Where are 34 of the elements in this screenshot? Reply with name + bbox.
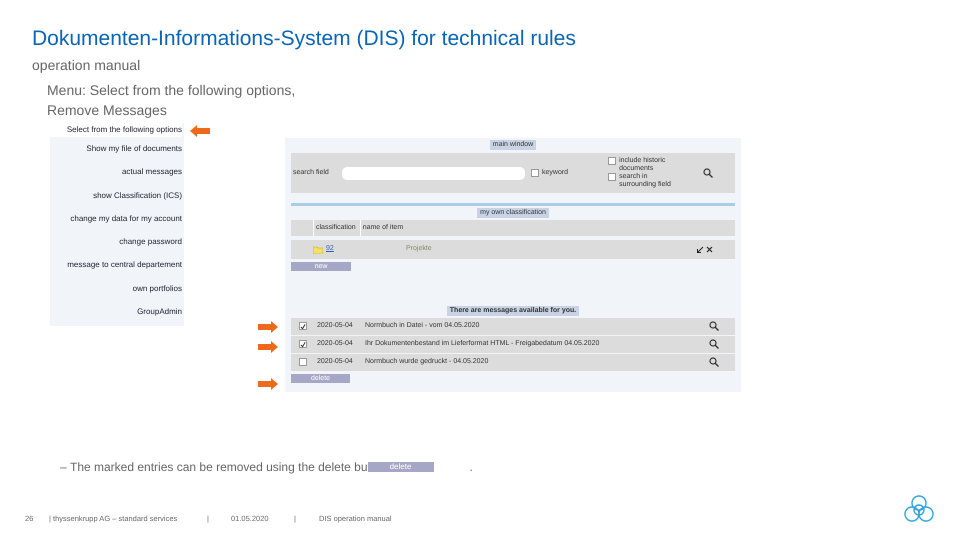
menu-item[interactable]: show Classification (ICS) — [93, 184, 182, 207]
menu-item[interactable]: change password — [119, 230, 182, 254]
menu-item[interactable]: actual messages — [122, 160, 182, 184]
menu-item[interactable]: change my data for my account — [70, 206, 182, 230]
checkbox[interactable] — [299, 322, 307, 330]
slide-subtitle: operation manual — [32, 56, 142, 76]
checkbox[interactable] — [299, 340, 307, 348]
checkbox[interactable] — [531, 169, 539, 177]
logo-icon — [903, 494, 935, 524]
intro-text: Remove Messages — [47, 101, 168, 120]
search-icon[interactable] — [709, 339, 719, 349]
folder-icon — [313, 246, 323, 254]
arrow-icon — [258, 378, 278, 390]
arrow-icon — [190, 125, 210, 137]
arrow-icon — [258, 321, 278, 333]
menu-heading: Select from the following options — [50, 123, 182, 137]
intro-text: Menu: Select from the following options, — [47, 81, 296, 100]
menu-item[interactable]: message to central departement — [67, 253, 182, 277]
checkbox[interactable] — [299, 358, 307, 366]
search-icon[interactable] — [703, 168, 714, 178]
menu-item[interactable]: Show my file of documents — [86, 137, 182, 160]
search-field[interactable] — [342, 166, 525, 180]
close-icon[interactable] — [706, 246, 713, 253]
menu-item[interactable]: GroupAdmin — [137, 300, 182, 324]
arrow-icon — [258, 341, 278, 353]
slide-title: Dokumenten-Informations-System (DIS) for technical rules — [32, 26, 576, 52]
menu-item[interactable]: own portfolios — [132, 276, 182, 300]
bullet-end: . — [470, 459, 473, 476]
checkbox[interactable] — [608, 157, 616, 165]
search-icon[interactable] — [709, 321, 719, 331]
checkbox[interactable] — [608, 173, 616, 181]
search-icon[interactable] — [709, 357, 719, 367]
bullet-marker: – — [60, 459, 68, 476]
bullet-text: The marked entries can be removed using the delete bu — [70, 459, 368, 476]
